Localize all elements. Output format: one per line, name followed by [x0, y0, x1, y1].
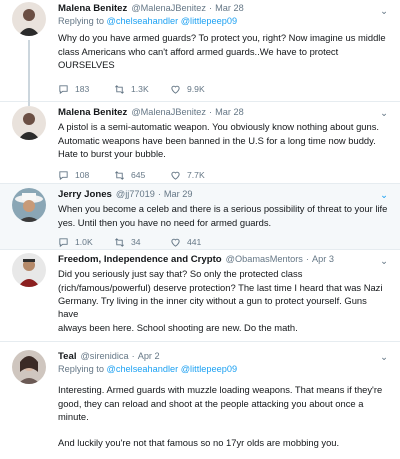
reply-button[interactable]: 1.0K: [58, 236, 114, 248]
tweet-line: good, they can reload and shoot at the p…: [58, 397, 364, 409]
timestamp[interactable]: Mar 29: [164, 188, 193, 201]
tweet-header: Malena Benitez @MalenaJBenitez · Mar 28: [58, 106, 388, 119]
reply-count: 1.0K: [75, 237, 93, 247]
tweet-5[interactable]: Teal @sirenidica · Apr 2 Replying to @ch…: [0, 342, 400, 459]
user-handle[interactable]: @MalenaJBenitez: [131, 106, 206, 119]
like-button[interactable]: 9.9K: [170, 83, 226, 95]
display-name[interactable]: Malena Benitez: [58, 106, 127, 119]
separator-dot: ·: [131, 351, 135, 361]
retweet-button[interactable]: 34: [114, 236, 170, 248]
retweet-icon: [115, 84, 124, 94]
timestamp[interactable]: Apr 3: [312, 253, 334, 266]
tweet-line: [58, 423, 388, 436]
like-icon: [171, 238, 180, 247]
retweet-button[interactable]: 1.3K: [114, 83, 170, 95]
tweet-4[interactable]: Freedom, Independence and Crypto @Obamas…: [0, 250, 400, 355]
display-name[interactable]: Jerry Jones: [58, 188, 112, 201]
user-handle[interactable]: @MalenaJBenitez: [131, 2, 206, 15]
chevron-down-icon[interactable]: ⌄: [380, 106, 388, 119]
avatar[interactable]: [12, 106, 46, 140]
reply-button[interactable]: 108: [58, 169, 114, 181]
like-count: 441: [187, 237, 202, 247]
reply-button[interactable]: 183: [58, 83, 114, 95]
retweet-count: 645: [131, 170, 146, 181]
timestamp[interactable]: Mar 28: [215, 106, 244, 119]
reply-icon: [59, 171, 68, 180]
tweet-line: class Americans who can't afford armed g…: [58, 45, 339, 57]
tweet-line: Hate to burst your bubble.: [58, 148, 166, 160]
tweet-header: Teal @sirenidica · Apr 2: [58, 350, 388, 363]
replying-to-label: Replying to: [58, 16, 104, 27]
tweet-text: Did you seriously just say that? So only…: [58, 267, 388, 333]
replying-to-handles[interactable]: @chelseahandler @littlepeep09: [107, 16, 238, 26]
user-handle[interactable]: @ObamasMentors: [226, 253, 303, 266]
display-name[interactable]: Freedom, Independence and Crypto: [58, 253, 222, 266]
tweet-text: Why do you have armed guards? To protect…: [58, 31, 388, 71]
tweet-line: Did you seriously just say that? So only…: [58, 268, 303, 280]
retweet-button[interactable]: 645: [114, 169, 170, 181]
replying-to: Replying to @chelseahandler @littlepeep0…: [58, 15, 388, 28]
tweet-3[interactable]: Jerry Jones @jj77019 · Mar 29 When you b…: [0, 184, 400, 250]
chevron-down-icon[interactable]: ⌄: [380, 188, 388, 201]
tweet-actions: 108 645 7.7K: [58, 166, 388, 184]
chevron-down-icon[interactable]: ⌄: [380, 4, 388, 17]
tweet-line: Germany. Try living in the inner city wi…: [58, 295, 367, 320]
tweet-line: (rich/famous/powerful) deserve protectio…: [58, 281, 383, 293]
tweet-actions: 1.0K 34 441: [58, 233, 388, 251]
like-count: 9.9K: [187, 84, 205, 95]
replying-to-handles[interactable]: @chelseahandler @littlepeep09: [107, 364, 238, 374]
tweet-actions: 183 1.3K 9.9K: [58, 80, 388, 98]
retweet-icon: [115, 170, 124, 180]
tweet-line: yes. Until then you have no need for arm…: [58, 216, 272, 228]
separator-dot: ·: [157, 189, 161, 199]
reply-icon: [59, 237, 68, 247]
user-handle[interactable]: @jj77019: [116, 188, 155, 201]
reply-icon: [59, 85, 68, 94]
tweet-text: When you become a celeb and there is a s…: [58, 202, 388, 229]
timestamp[interactable]: Mar 28: [215, 2, 244, 15]
separator-dot: ·: [209, 107, 213, 117]
tweet-line: When you become a celeb and there is a s…: [58, 203, 388, 215]
replying-to-label: Replying to: [58, 364, 104, 375]
like-button[interactable]: 7.7K: [170, 169, 226, 181]
separator-dot: ·: [209, 3, 213, 13]
tweet-header: Freedom, Independence and Crypto @Obamas…: [58, 253, 388, 266]
tweet-line: minute.: [58, 410, 89, 422]
like-button[interactable]: 441: [170, 236, 226, 248]
avatar[interactable]: [12, 253, 46, 287]
tweet-line: Automatic weapons have been banned in th…: [58, 134, 376, 146]
timestamp[interactable]: Apr 2: [138, 350, 160, 363]
chevron-down-icon[interactable]: ⌄: [380, 254, 388, 267]
retweet-count: 34: [131, 237, 141, 247]
replying-to: Replying to @chelseahandler @littlepeep0…: [58, 363, 388, 376]
like-count: 7.7K: [187, 170, 205, 181]
reply-count: 108: [75, 170, 90, 181]
like-icon: [171, 171, 180, 180]
tweet-text: A pistol is a semi-automatic weapon. You…: [58, 120, 388, 160]
tweet-header: Malena Benitez @MalenaJBenitez · Mar 28: [58, 2, 388, 15]
tweet-line: Interesting. Armed guards with muzzle lo…: [58, 384, 383, 396]
tweet-line: And luckily you're not that famous so no…: [58, 437, 340, 449]
tweet-line: always been here. School shooting are ne…: [58, 321, 298, 333]
display-name[interactable]: Malena Benitez: [58, 2, 127, 15]
chevron-down-icon[interactable]: ⌄: [380, 350, 388, 363]
tweet-line: OURSELVES: [58, 58, 115, 70]
avatar[interactable]: [12, 350, 46, 384]
tweet-header: Jerry Jones @jj77019 · Mar 29: [58, 188, 388, 201]
retweet-icon: [115, 237, 124, 247]
tweet-1[interactable]: Malena Benitez @MalenaJBenitez · Mar 28 …: [0, 0, 400, 102]
retweet-count: 1.3K: [131, 84, 149, 95]
reply-count: 183: [75, 84, 90, 95]
display-name[interactable]: Teal: [58, 350, 76, 363]
user-handle[interactable]: @sirenidica: [80, 350, 128, 363]
like-icon: [171, 85, 180, 94]
avatar[interactable]: [12, 2, 46, 36]
thread-line: [28, 40, 30, 102]
separator-dot: ·: [305, 254, 309, 264]
avatar[interactable]: [12, 188, 46, 222]
tweet-2[interactable]: Malena Benitez @MalenaJBenitez · Mar 28 …: [0, 102, 400, 184]
tweet-line: A pistol is a semi-automatic weapon. You…: [58, 121, 380, 133]
tweet-line: Why do you have armed guards? To protect…: [58, 32, 386, 44]
tweet-text: Interesting. Armed guards with muzzle lo…: [58, 383, 388, 449]
